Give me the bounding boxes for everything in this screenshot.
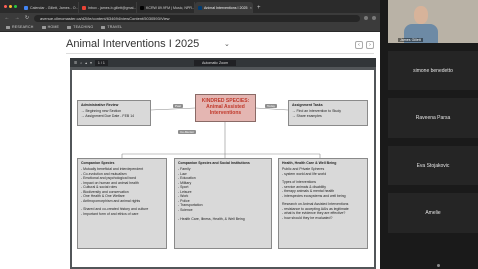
bookmarks-bar: RESEARCH HOME TEACHING TRAVEL: [0, 23, 380, 32]
past-tag: Past: [173, 104, 184, 108]
search-icon[interactable]: ⌕: [80, 61, 82, 65]
page-up-icon[interactable]: ▴: [85, 61, 87, 65]
address-bar: ← → ↻ avenue.cllmcmaster.ca/d2l/le/conte…: [0, 13, 380, 23]
bookmark-travel[interactable]: TRAVEL: [101, 25, 122, 29]
bookmark-label: TEACHING: [73, 25, 94, 29]
bookmark-label: RESEARCH: [12, 25, 34, 29]
companion-species-box: Companion Species - Mutually beneficial …: [77, 158, 167, 249]
co-mentor-tag: Co-Mentor: [178, 130, 197, 134]
participant-name: simone benedetto: [413, 67, 453, 74]
box-item: - Health Care, Illness, Health, & Well B…: [178, 216, 245, 221]
box-item: - Important form of and ethics of care: [81, 211, 139, 216]
zoom-window-button[interactable]: [14, 5, 17, 8]
close-window-button[interactable]: [4, 5, 7, 8]
calendar-favicon-icon: [24, 5, 28, 10]
box-heading: Companion Species: [81, 161, 115, 165]
divider: [66, 53, 374, 54]
minimize-window-button[interactable]: [9, 5, 12, 8]
tab-label: KCRW 89.9FM | Music, NPR...: [146, 5, 195, 10]
window-controls: [4, 0, 17, 13]
tab-label: Calendar - Gillett, James - O...: [30, 5, 79, 10]
participant-name: Raveena Parsa: [415, 115, 451, 121]
new-tab-button[interactable]: +: [253, 2, 265, 13]
social-institutions-box: Companion Species and Social Institution…: [174, 158, 272, 249]
today-tag: Today: [265, 104, 278, 108]
folder-icon: [6, 25, 10, 29]
sidebar-toggle-icon[interactable]: ☰: [74, 61, 77, 65]
previous-topic-button[interactable]: ‹: [355, 41, 363, 49]
reload-icon[interactable]: ↻: [24, 15, 30, 21]
topic-navigation: ‹ ›: [355, 41, 374, 49]
participant-name: Eva Stojakovic: [416, 162, 450, 169]
page-title: Animal Interventions I 2025: [66, 38, 200, 50]
participant-head: [414, 6, 428, 24]
forward-icon[interactable]: →: [14, 15, 20, 21]
participant-tile[interactable]: simone benedetto: [388, 51, 478, 90]
profile-icon[interactable]: [372, 16, 376, 20]
next-topic-button[interactable]: ›: [366, 41, 374, 49]
bookmark-label: HOME: [47, 25, 60, 29]
self-video-tile[interactable]: James Gillett: [388, 0, 478, 43]
bookmark-home[interactable]: HOME: [41, 25, 60, 29]
browser-window: Calendar - Gillett, James - O... × Inbox…: [0, 0, 380, 269]
folder-icon: [101, 25, 106, 29]
administrative-review-box: Administrative Review → Beginning new Se…: [77, 100, 151, 126]
zoom-select[interactable]: Automatic Zoom: [194, 59, 237, 66]
gmail-favicon-icon: [82, 5, 86, 10]
chevron-down-icon[interactable]: ⌄: [224, 40, 230, 48]
central-topic-box: KINDRED SPECIES: Animal Assisted Interve…: [195, 94, 256, 122]
tab-calendar[interactable]: Calendar - Gillett, James - O... ×: [21, 2, 79, 13]
box-item: → Assignment Due Date - FEB 14: [81, 113, 135, 118]
participant-tile[interactable]: Raveena Parsa: [388, 98, 478, 138]
box-heading: Assignment Tasks: [292, 103, 323, 107]
tab-animal-interventions[interactable]: Animal Interventions I 2025 ×: [195, 2, 253, 13]
participant-tile[interactable]: Eva Stojakovic: [388, 146, 478, 185]
video-call-panel: James Gillett simone benedetto Raveena P…: [380, 0, 478, 269]
assignment-tasks-box: Assignment Tasks → Find an intervention …: [288, 100, 368, 126]
box-heading: Administrative Review: [81, 103, 119, 107]
bookmark-teaching[interactable]: TEACHING: [67, 25, 93, 29]
box-item: → Share examples: [292, 113, 322, 118]
tab-kcrw[interactable]: KCRW 89.9FM | Music, NPR... ×: [137, 2, 195, 13]
bookmark-label: TRAVEL: [107, 25, 123, 29]
box-heading: Companion Species and Social Institution…: [178, 161, 250, 165]
extension-icon[interactable]: [364, 16, 368, 20]
participant-tile[interactable]: Amelie: [388, 193, 478, 233]
avenue-favicon-icon: [198, 5, 202, 10]
close-tab-icon[interactable]: ×: [250, 5, 252, 10]
center-line: Interventions: [209, 110, 242, 116]
participant-name: Amelie: [425, 210, 441, 216]
tab-bar: Calendar - Gillett, James - O... × Inbox…: [0, 0, 380, 13]
pdf-page: Administrative Review → Beginning new Se…: [72, 70, 374, 267]
box-item: - how should they be evaluated?: [282, 215, 333, 220]
page-down-icon[interactable]: ▾: [90, 61, 92, 65]
url-input[interactable]: avenue.cllmcmaster.ca/d2l/le/content/634…: [34, 14, 360, 22]
participant-name: James Gillett: [398, 38, 423, 42]
box-heading: Health, Health Care & Well Being: [282, 161, 337, 165]
back-icon[interactable]: ←: [4, 15, 10, 21]
tab-label: Animal Interventions I 2025: [204, 5, 248, 10]
tab-label: Inbox - james.b.gillett@gmai...: [88, 5, 137, 10]
scroll-indicator[interactable]: [437, 264, 440, 267]
health-wellbeing-box: Health, Health Care & Well Being Public …: [278, 158, 368, 249]
folder-icon: [41, 25, 46, 29]
kcrw-favicon-icon: [140, 5, 144, 10]
pdf-viewer: ☰ ⌕ ▴ ▾ 1 / 1 Automatic Zoom Administrat…: [70, 58, 376, 269]
content-page: Animal Interventions I 2025 ⌄ ‹ › ☰ ⌕ ▴ …: [0, 33, 380, 269]
bookmark-research[interactable]: RESEARCH: [6, 25, 34, 29]
page-number-field[interactable]: 1 / 1: [94, 59, 108, 66]
folder-icon: [67, 25, 72, 29]
tab-inbox[interactable]: Inbox - james.b.gillett@gmai... ×: [79, 2, 137, 13]
